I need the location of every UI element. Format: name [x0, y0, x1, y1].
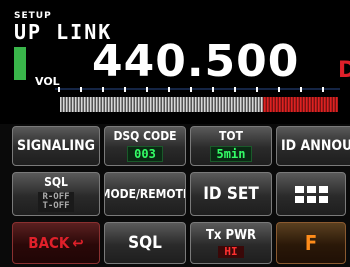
dsq-code-value: 003	[127, 146, 163, 162]
tot-value: 5min	[209, 146, 253, 162]
sql-type-button[interactable]: SQL R-OFF T-OFF	[12, 172, 100, 216]
id-set-button[interactable]: ID SET	[190, 172, 272, 216]
menu-grid-button[interactable]	[276, 172, 346, 216]
mode-remote-label: MODE/REMOTE	[104, 187, 186, 201]
function-button[interactable]: F	[276, 222, 346, 264]
button-grid: SIGNALING DSQ CODE 003 TOT 5min ID ANNOU…	[0, 124, 350, 267]
sql-label: SQL	[128, 232, 162, 253]
s-meter	[60, 97, 338, 112]
meter-scale	[55, 85, 340, 93]
radio-screen: SETUP UP LINK VOL 440.500 D SIGNALING DS…	[0, 0, 350, 267]
sql-type-label: SQL	[44, 175, 68, 189]
function-label: F	[304, 231, 318, 255]
signal-level-bar	[14, 47, 26, 80]
id-set-label: ID SET	[203, 183, 259, 204]
frequency-display: SETUP UP LINK VOL 440.500 D	[0, 0, 350, 123]
tot-button[interactable]: TOT 5min	[190, 126, 272, 166]
signaling-button[interactable]: SIGNALING	[12, 126, 100, 166]
back-button[interactable]: BACK ↩	[12, 222, 100, 264]
tx-power-value: HI	[218, 245, 244, 258]
grid-icon	[294, 185, 328, 203]
tot-label: TOT	[219, 129, 243, 143]
mode-remote-button[interactable]: MODE/REMOTE	[104, 172, 186, 216]
back-label: BACK	[28, 233, 70, 252]
back-arrow-icon: ↩	[72, 234, 84, 252]
tx-power-button[interactable]: Tx PWR HI	[190, 222, 272, 264]
dsq-code-button[interactable]: DSQ CODE 003	[104, 126, 186, 166]
sql-type-value: R-OFF T-OFF	[38, 192, 74, 212]
tx-power-label: Tx PWR	[205, 227, 257, 243]
id-announce-button[interactable]: ID ANNOUNC	[276, 126, 350, 166]
id-announce-label: ID ANNOUNC	[281, 138, 350, 154]
band-indicator: D	[338, 58, 350, 83]
sql-tx-value: T-OFF	[42, 201, 70, 211]
frequency-readout: 440.500	[92, 36, 300, 87]
sql-button[interactable]: SQL	[104, 222, 186, 264]
signaling-label: SIGNALING	[17, 138, 95, 154]
dsq-code-label: DSQ CODE	[113, 129, 177, 143]
